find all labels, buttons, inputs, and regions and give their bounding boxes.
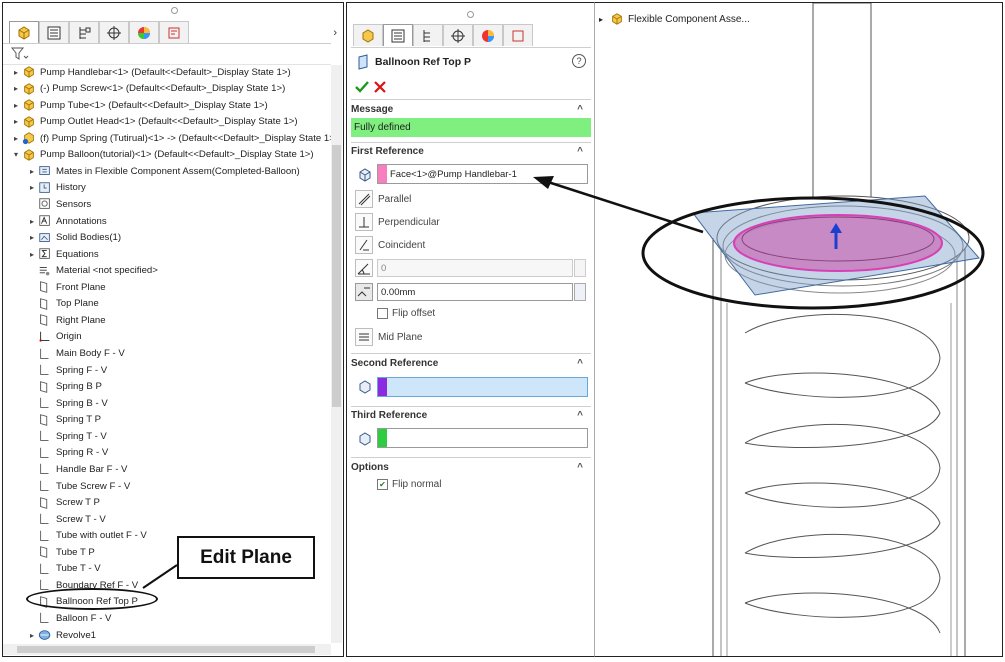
reference-pointer-arrow xyxy=(533,176,704,234)
